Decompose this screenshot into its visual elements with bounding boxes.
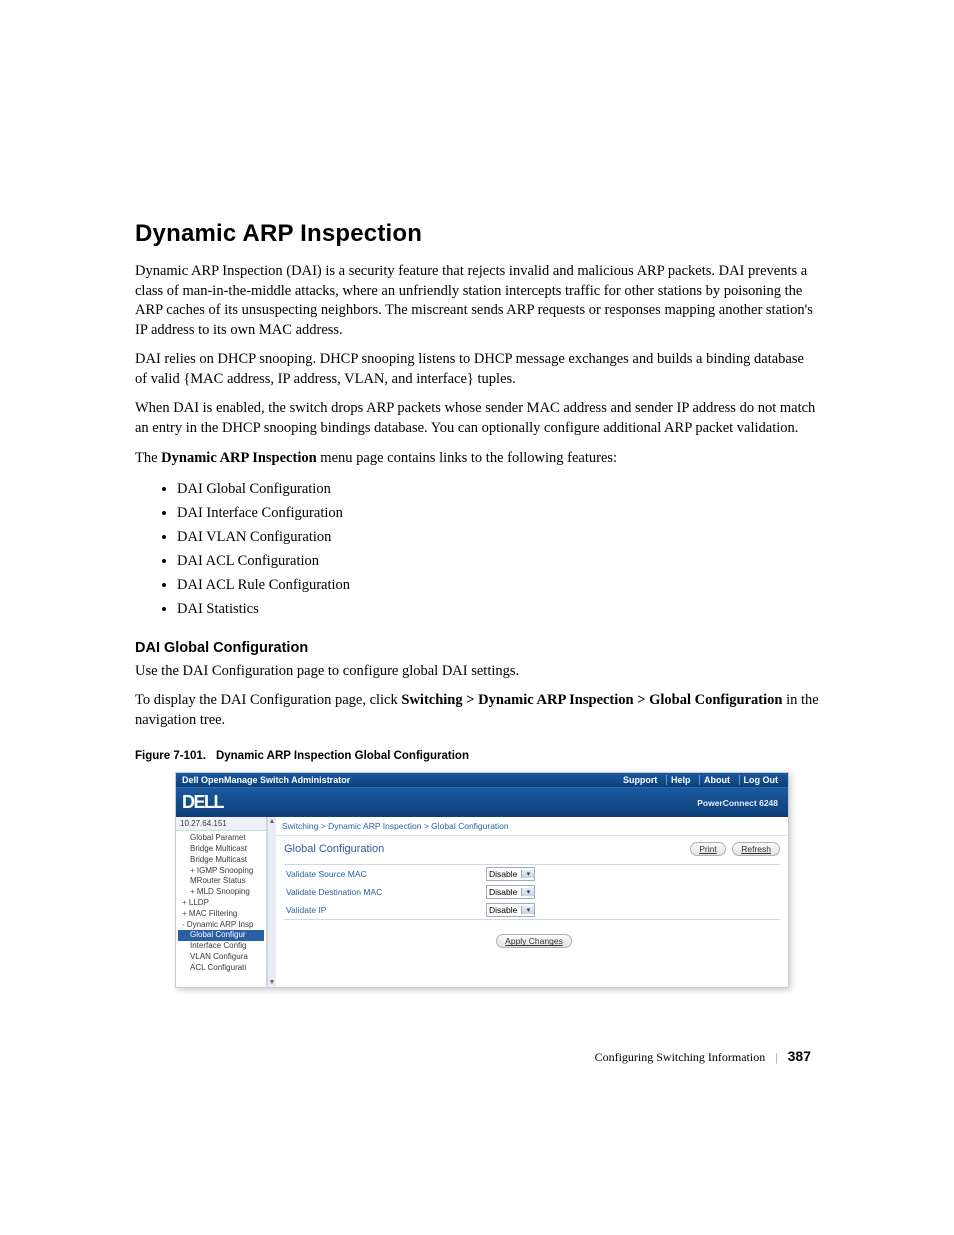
nav-sidebar: 10.27.64.151 Global Paramet Bridge Multi… (176, 817, 267, 987)
chevron-down-icon[interactable]: ▾ (521, 906, 534, 914)
breadcrumb: Switching > Dynamic ARP Inspection > Glo… (276, 817, 788, 836)
tree-item[interactable]: Dynamic ARP Insp (178, 920, 264, 931)
list-item: DAI ACL Configuration (177, 550, 819, 574)
support-link[interactable]: Support (619, 775, 662, 785)
device-ip: 10.27.64.151 (176, 817, 266, 831)
device-model: PowerConnect 6248 (697, 798, 778, 808)
setting-row: Validate Destination MAC Disable ▾ (284, 883, 780, 901)
body-paragraph: Use the DAI Configuration page to config… (135, 662, 819, 682)
dell-logo: DELL (182, 792, 223, 813)
scrollbar[interactable]: ▲ ▼ (267, 817, 276, 987)
tree-item[interactable]: MRouter Status (178, 876, 264, 887)
figure-caption: Figure 7-101.Dynamic ARP Inspection Glob… (135, 750, 819, 762)
app-title: Dell OpenManage Switch Administrator (182, 775, 350, 785)
body-paragraph: DAI relies on DHCP snooping. DHCP snoopi… (135, 350, 819, 389)
apply-changes-button[interactable]: Apply Changes (496, 934, 572, 948)
setting-row: Validate IP Disable ▾ (284, 901, 780, 919)
feature-list: DAI Global Configuration DAI Interface C… (177, 478, 819, 622)
refresh-button[interactable]: Refresh (732, 842, 780, 856)
setting-label: Validate Destination MAC (284, 887, 486, 897)
tree-item[interactable]: ACL Configurati (178, 963, 264, 974)
body-paragraph: The Dynamic ARP Inspection menu page con… (135, 449, 819, 469)
tree-item[interactable]: Global Paramet (178, 833, 264, 844)
tree-item[interactable]: VLAN Configura (178, 952, 264, 963)
help-link[interactable]: Help (666, 775, 695, 785)
page-footer: Configuring Switching Information | 387 (135, 1048, 819, 1065)
logo-bar: DELL PowerConnect 6248 (176, 787, 788, 817)
list-item: DAI Interface Configuration (177, 502, 819, 526)
sub-heading: DAI Global Configuration (135, 640, 819, 656)
tree-item[interactable]: MAC Filtering (178, 909, 264, 920)
tree-item-selected[interactable]: Global Configur (178, 930, 264, 941)
body-paragraph: Dynamic ARP Inspection (DAI) is a securi… (135, 262, 819, 340)
app-titlebar: Dell OpenManage Switch Administrator Sup… (176, 773, 788, 787)
scroll-up-icon[interactable]: ▲ (269, 818, 276, 825)
tree-item[interactable]: Interface Config (178, 941, 264, 952)
tree-item[interactable]: MLD Snooping (178, 887, 264, 898)
list-item: DAI Statistics (177, 598, 819, 622)
setting-select[interactable]: Disable ▾ (486, 867, 535, 881)
tree-item[interactable]: IGMP Snooping (178, 866, 264, 877)
chevron-down-icon[interactable]: ▾ (521, 888, 534, 896)
panel-title: Global Configuration (284, 843, 384, 855)
body-paragraph: When DAI is enabled, the switch drops AR… (135, 399, 819, 438)
list-item: DAI Global Configuration (177, 478, 819, 502)
page-number: 387 (788, 1048, 811, 1064)
screenshot-mock: Dell OpenManage Switch Administrator Sup… (175, 772, 789, 988)
panel-action-group: Print Refresh (686, 842, 780, 856)
scroll-down-icon[interactable]: ▼ (269, 979, 276, 986)
main-panel: Switching > Dynamic ARP Inspection > Glo… (276, 817, 788, 987)
body-paragraph: To display the DAI Configuration page, c… (135, 691, 819, 730)
top-link-group: Support Help About Log Out (617, 775, 782, 785)
nav-tree[interactable]: Global Paramet Bridge Multicast Bridge M… (176, 831, 266, 977)
list-item: DAI VLAN Configuration (177, 526, 819, 550)
print-button[interactable]: Print (690, 842, 725, 856)
setting-select[interactable]: Disable ▾ (486, 885, 535, 899)
tree-item[interactable]: LLDP (178, 898, 264, 909)
setting-label: Validate Source MAC (284, 869, 486, 879)
logout-link[interactable]: Log Out (739, 775, 783, 785)
setting-label: Validate IP (284, 905, 486, 915)
footer-separator: | (775, 1050, 777, 1065)
chevron-down-icon[interactable]: ▾ (521, 870, 534, 878)
footer-section: Configuring Switching Information (595, 1050, 766, 1065)
settings-table: Validate Source MAC Disable ▾ Validate D… (284, 864, 780, 920)
tree-item[interactable]: Bridge Multicast (178, 844, 264, 855)
page-heading: Dynamic ARP Inspection (135, 220, 819, 248)
tree-item[interactable]: Bridge Multicast (178, 855, 264, 866)
setting-row: Validate Source MAC Disable ▾ (284, 865, 780, 883)
about-link[interactable]: About (699, 775, 734, 785)
list-item: DAI ACL Rule Configuration (177, 574, 819, 598)
setting-select[interactable]: Disable ▾ (486, 903, 535, 917)
